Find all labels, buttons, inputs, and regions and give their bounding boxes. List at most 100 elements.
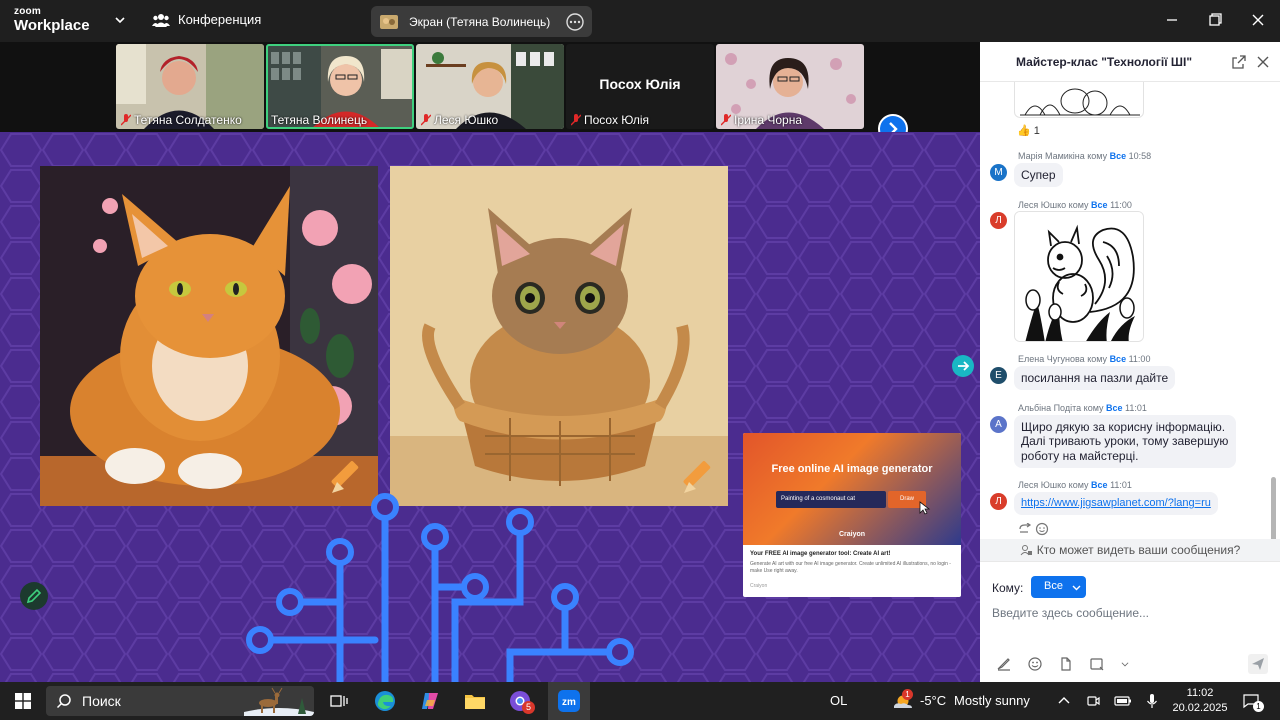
- meeting-info-button[interactable]: Конференция: [152, 12, 261, 27]
- taskbar-edge[interactable]: [370, 682, 400, 720]
- tray-microphone[interactable]: [1143, 682, 1161, 720]
- message-meta: Елена Чугунова кому Все 11:00: [1018, 354, 1151, 364]
- edge-browser-icon: [375, 691, 395, 711]
- collapse-panel-button[interactable]: [952, 355, 974, 377]
- tray-overflow-button[interactable]: [1055, 682, 1073, 720]
- video-gallery-strip: Тетяна Солдатенко Тетяна Волинець Леся Ю…: [0, 42, 980, 144]
- participant-tile[interactable]: Ірина Чорна: [716, 44, 864, 129]
- mic-muted-icon: [721, 114, 731, 126]
- clock-time: 11:02: [1186, 687, 1214, 699]
- close-icon[interactable]: [1248, 10, 1268, 30]
- notification-count: 1: [1253, 701, 1264, 712]
- deer-winter-art: [244, 686, 314, 716]
- card-prompt-input: Painting of a cosmonaut cat: [776, 491, 886, 508]
- squirrel-coloring-image: [1015, 212, 1143, 341]
- card-brand: Craiyon: [838, 531, 866, 538]
- tray-meet-now[interactable]: [1084, 682, 1102, 720]
- start-button[interactable]: [8, 682, 38, 720]
- chat-image[interactable]: [1014, 211, 1144, 342]
- weather-condition[interactable]: Mostly sunny: [954, 693, 1030, 708]
- taskbar-zoom[interactable]: zm: [548, 682, 590, 720]
- task-view-button[interactable]: [325, 682, 353, 720]
- chevron-down-icon[interactable]: [1120, 656, 1130, 672]
- kitten-in-basket-image: [390, 166, 728, 506]
- tray-battery[interactable]: [1113, 682, 1133, 720]
- pop-out-icon[interactable]: [1231, 54, 1247, 70]
- message-meta: Леся Юшко кому Все 11:01: [1018, 480, 1132, 490]
- chat-image-partial[interactable]: [1014, 82, 1144, 118]
- format-text-icon[interactable]: [996, 656, 1012, 672]
- participant-tile-active[interactable]: Тетяна Волинець: [266, 44, 414, 129]
- participant-name-large: Посох Юлія: [599, 76, 681, 92]
- chevron-down-icon[interactable]: [112, 12, 128, 28]
- tray-language[interactable]: OL: [830, 693, 847, 708]
- weather-temp[interactable]: -5°C: [920, 693, 946, 708]
- privacy-notice[interactable]: Кто может видеть ваши сообщения?: [980, 539, 1280, 561]
- message-link-bubble[interactable]: https://www.jigsawplanet.com/?lang=ru: [1014, 492, 1218, 516]
- message-bubble[interactable]: посилання на пазли дайте: [1014, 366, 1176, 391]
- microphone-icon: [1147, 694, 1157, 708]
- emoji-icon[interactable]: [1027, 656, 1043, 672]
- taskbar-file-explorer[interactable]: [460, 682, 490, 720]
- avatar: Л: [990, 212, 1007, 229]
- reply-icon[interactable]: [1018, 523, 1032, 535]
- share-label: Экран (Тетяна Волинець): [409, 14, 551, 29]
- taskbar-copilot[interactable]: [415, 682, 445, 720]
- orange-cat-image: [40, 166, 378, 506]
- recipient-dropdown[interactable]: Все: [1031, 576, 1086, 598]
- compose-toolbar: [996, 656, 1130, 672]
- card-title: Your FREE AI image generator tool: Creat…: [750, 551, 891, 557]
- zoom-app-icon: zm: [558, 690, 580, 712]
- participant-name: Тетяна Волинець: [271, 113, 368, 127]
- pencil-icon: [683, 461, 711, 493]
- zoom-logo: zoom Workplace: [14, 6, 90, 34]
- reaction-badge[interactable]: 👍 1: [1017, 124, 1040, 138]
- taskbar-search[interactable]: Поиск: [46, 686, 314, 716]
- message-bubble[interactable]: Супер: [1014, 163, 1063, 188]
- logo-zoom: zoom: [14, 6, 41, 17]
- taskbar-clock[interactable]: 11:02 20.02.2025: [1170, 686, 1230, 716]
- avatar: А: [990, 416, 1007, 433]
- chat-header: Майстер-клас "Технології ШІ": [980, 42, 1280, 82]
- participant-tile[interactable]: Леся Юшко: [416, 44, 564, 129]
- participant-name: Посох Юлія: [571, 113, 649, 127]
- chat-scrollbar[interactable]: [1271, 477, 1276, 539]
- maximize-icon[interactable]: [1205, 10, 1225, 30]
- message-link[interactable]: https://www.jigsawplanet.com/?lang=ru: [1021, 497, 1211, 509]
- weather-widget-icon-button[interactable]: 1: [890, 682, 916, 720]
- mic-muted-icon: [571, 114, 581, 126]
- chat-message-list[interactable]: 👍 1 Марія Мамикіна кому Все 10:58 М Супе…: [980, 82, 1280, 539]
- message-bubble[interactable]: Щиро дякую за корисну інформацію. Далі т…: [1014, 415, 1236, 469]
- participant-tile-no-video[interactable]: Посох Юлія Посох Юлія: [566, 44, 714, 129]
- circuit-decoration: [246, 493, 634, 682]
- screen-share-indicator[interactable]: Экран (Тетяна Волинець): [371, 6, 592, 37]
- file-icon[interactable]: [1058, 656, 1074, 672]
- minimize-icon[interactable]: [1162, 10, 1182, 30]
- pencil-icon: [331, 461, 359, 493]
- taskbar-chrome[interactable]: 5: [505, 682, 535, 720]
- meet-now-icon: [1087, 696, 1100, 706]
- cursor-icon: [919, 501, 931, 515]
- annotate-button[interactable]: [20, 582, 48, 610]
- chevron-up-icon: [1058, 697, 1070, 704]
- participant-tile[interactable]: Тетяна Солдатенко: [116, 44, 264, 129]
- message-input[interactable]: [992, 604, 1262, 622]
- svg-text:zm: zm: [562, 697, 576, 708]
- more-options-icon[interactable]: [566, 12, 584, 31]
- zoom-app: zoom Workplace Конференция Экран (Тетяна…: [0, 0, 1280, 682]
- avatar: М: [990, 164, 1007, 181]
- notification-center[interactable]: 1: [1240, 682, 1264, 720]
- avatar: Л: [990, 493, 1007, 510]
- craiyon-preview-card[interactable]: Free online AI image generator Painting …: [743, 433, 961, 597]
- chat-title: Майстер-клас "Технології ШІ": [1016, 55, 1193, 69]
- card-source: Craiyon: [750, 583, 768, 589]
- send-button[interactable]: [1248, 654, 1268, 674]
- close-chat-icon[interactable]: [1255, 54, 1271, 70]
- reaction-emoji: 👍: [1017, 125, 1031, 137]
- screenshot-icon[interactable]: [1089, 656, 1105, 672]
- battery-icon: [1114, 696, 1131, 706]
- chat-compose: Кому: Все: [980, 561, 1280, 682]
- add-reaction-icon[interactable]: [1035, 522, 1049, 536]
- participants-icon: [152, 13, 170, 27]
- person-lock-icon: [1020, 545, 1032, 556]
